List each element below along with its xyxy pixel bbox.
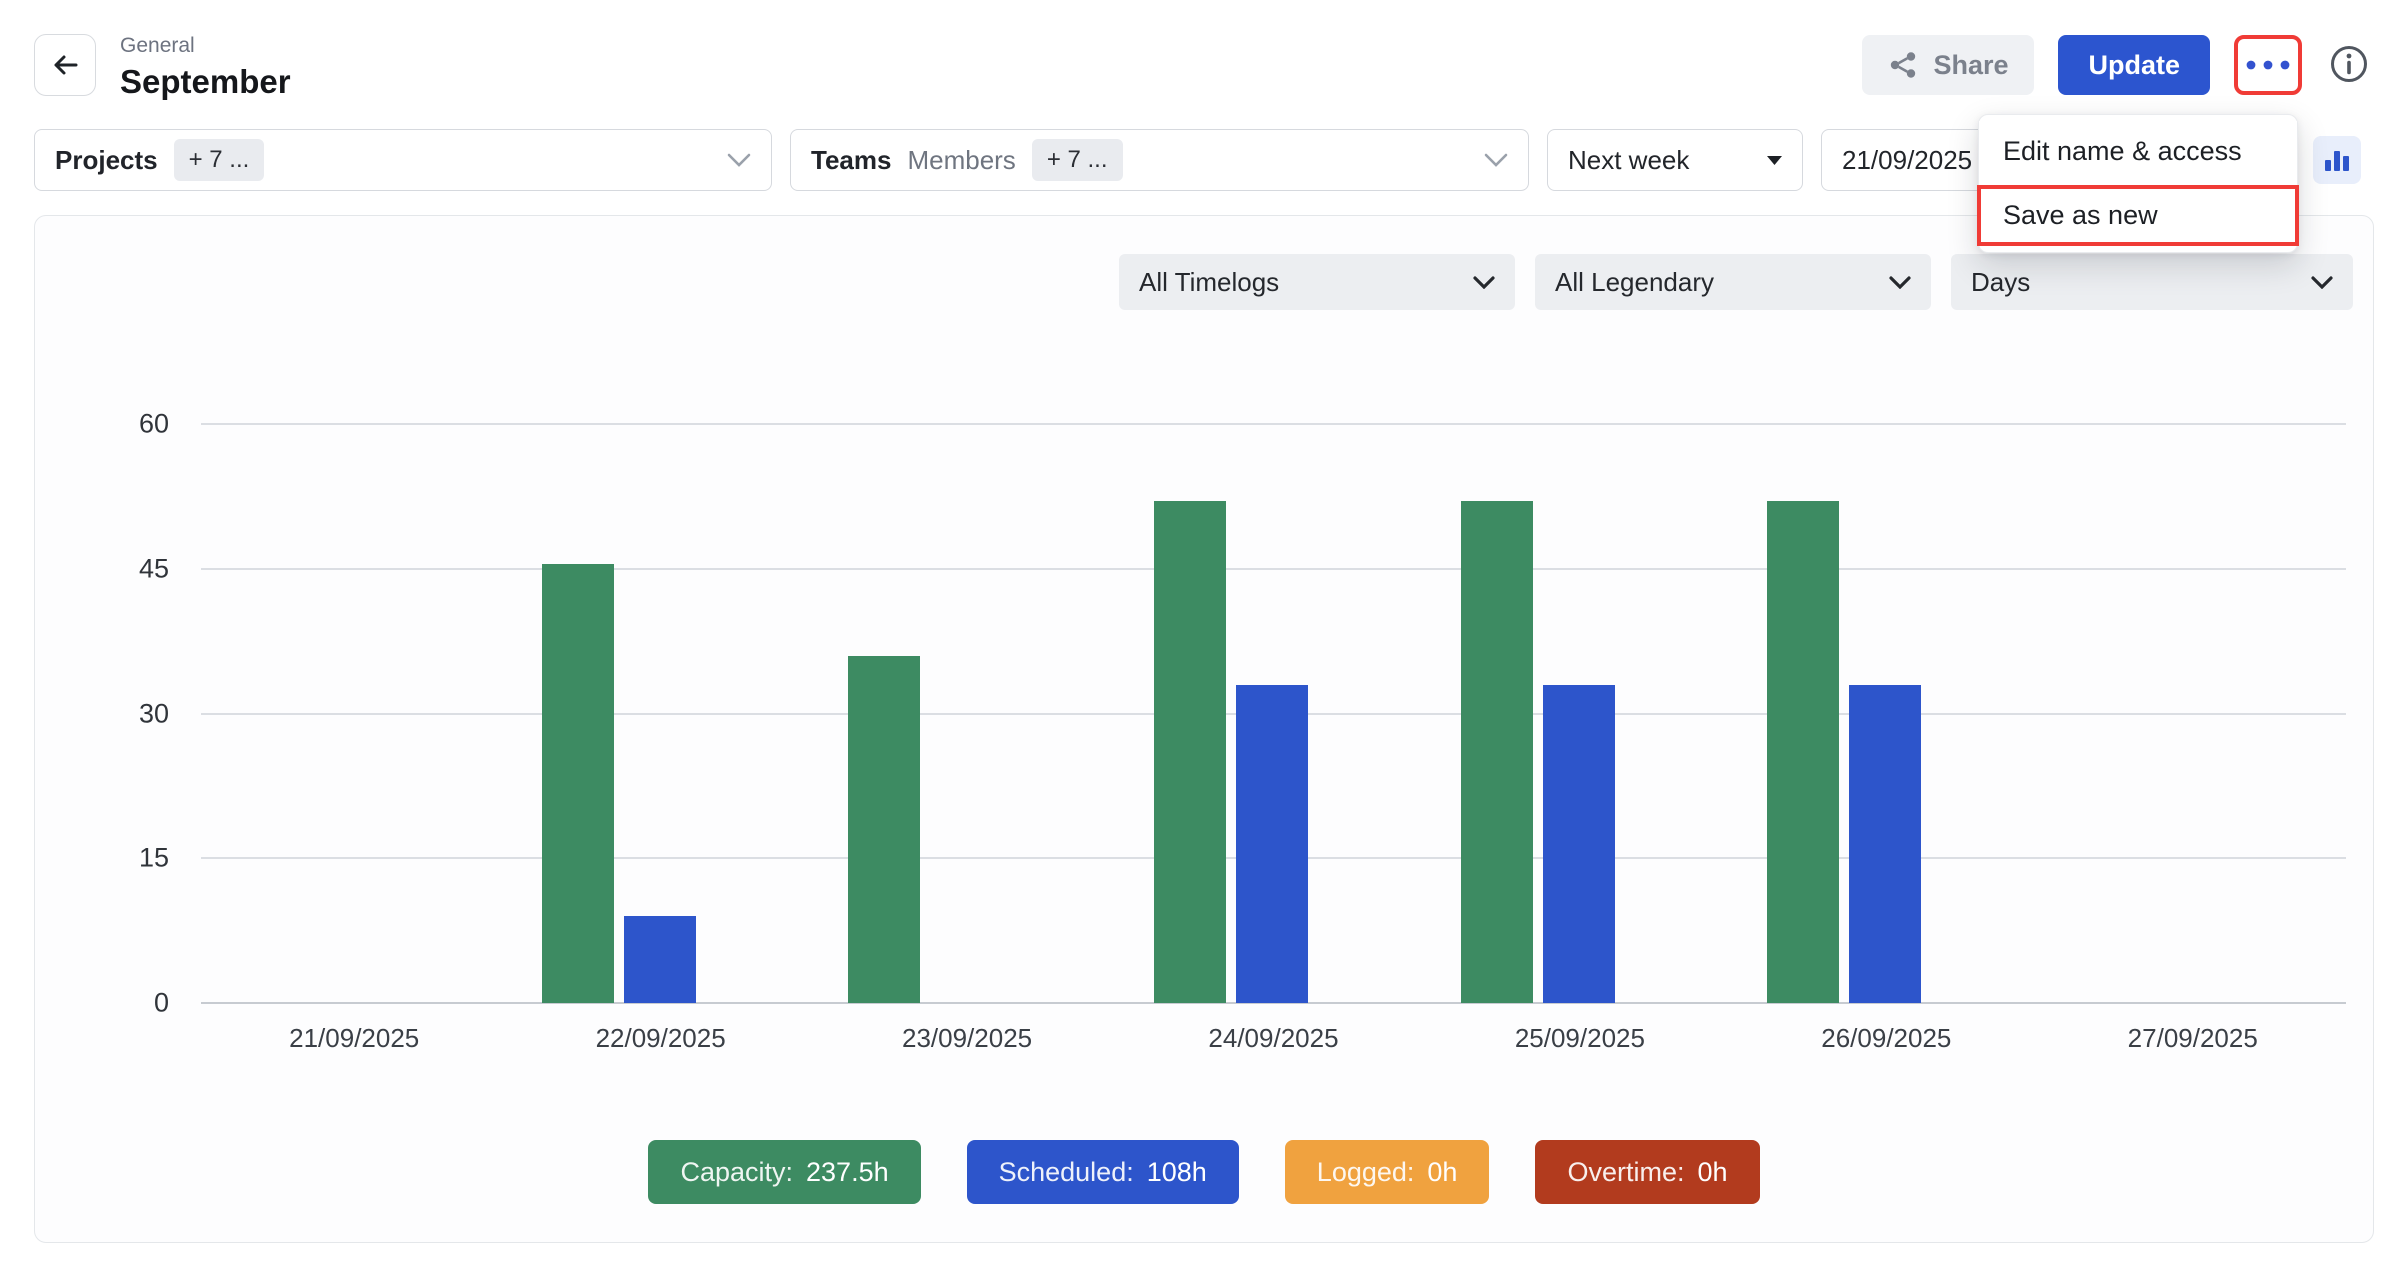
chevron-down-icon <box>2311 276 2333 289</box>
y-tick-label: 45 <box>139 553 169 584</box>
x-axis-labels: 21/09/202522/09/202523/09/202524/09/2025… <box>201 1023 2346 1054</box>
timelogs-select[interactable]: All Timelogs <box>1119 254 1515 310</box>
legend-value: 0h <box>1697 1157 1727 1188</box>
ellipsis-icon <box>2244 58 2292 72</box>
share-icon <box>1888 50 1918 80</box>
bar-column <box>1427 424 1733 1003</box>
bar-scheduled <box>1236 685 1308 1003</box>
y-tick-label: 15 <box>139 843 169 874</box>
save-as-new-highlight-box: Save as new <box>1977 185 2299 246</box>
header-actions: Share Update <box>1862 35 2372 95</box>
menu-item-edit-name-access[interactable]: Edit name & access <box>1979 121 2297 182</box>
legend-value: 108h <box>1147 1157 1207 1188</box>
bar-group <box>1461 424 1615 1003</box>
x-tick-label: 21/09/2025 <box>201 1023 507 1054</box>
legendary-value: All Legendary <box>1555 267 1714 298</box>
menu-item-save-as-new[interactable]: Save as new <box>1981 189 2295 242</box>
bar-columns <box>201 424 2346 1003</box>
info-icon <box>2327 42 2371 86</box>
bar-capacity <box>1767 501 1839 1003</box>
bar-scheduled <box>1543 685 1615 1003</box>
bar-column <box>1120 424 1426 1003</box>
date-range-value: Next week <box>1568 145 1689 176</box>
more-menu: Edit name & access Save as new <box>1978 114 2298 253</box>
teams-members-filter-select[interactable]: Teams Members + 7 ... <box>790 129 1529 191</box>
legend-value: 0h <box>1427 1157 1457 1188</box>
chevron-down-icon <box>1484 153 1508 167</box>
breadcrumb: General <box>120 34 291 58</box>
bar-column <box>814 424 1120 1003</box>
chart-controls: All Timelogs All Legendary Days <box>1119 254 2353 310</box>
x-tick-label: 27/09/2025 <box>2040 1023 2346 1054</box>
legend-pill-logged[interactable]: Logged: 0h <box>1285 1140 1490 1204</box>
legendary-select[interactable]: All Legendary <box>1535 254 1931 310</box>
y-axis: 015304560 <box>35 424 185 1003</box>
y-tick-label: 0 <box>154 988 169 1019</box>
chevron-down-icon <box>1473 276 1495 289</box>
bar-group <box>1767 424 1921 1003</box>
bar-scheduled <box>624 916 696 1003</box>
bar-scheduled <box>1849 685 1921 1003</box>
x-tick-label: 22/09/2025 <box>507 1023 813 1054</box>
share-button[interactable]: Share <box>1862 35 2034 95</box>
x-tick-label: 26/09/2025 <box>1733 1023 2039 1054</box>
x-tick-label: 25/09/2025 <box>1427 1023 1733 1054</box>
granularity-value: Days <box>1971 267 2030 298</box>
projects-label: Projects <box>55 145 158 176</box>
plot-area <box>201 424 2346 1003</box>
bar-group <box>542 424 696 1003</box>
legend-label: Scheduled: <box>999 1157 1134 1188</box>
legend-pill-scheduled[interactable]: Scheduled: 108h <box>967 1140 1239 1204</box>
more-menu-highlight-box <box>2234 35 2302 95</box>
y-tick-label: 30 <box>139 698 169 729</box>
legend-pill-overtime[interactable]: Overtime: 0h <box>1535 1140 1759 1204</box>
x-tick-label: 23/09/2025 <box>814 1023 1120 1054</box>
bar-chart-icon <box>2322 145 2352 175</box>
chart-card: All Timelogs All Legendary Days 0 15 30 45 6… <box>34 215 2374 1243</box>
bar-group <box>848 424 1002 1003</box>
bar-group <box>235 424 389 1003</box>
legend-pill-capacity[interactable]: Capacity: 237.5h <box>648 1140 920 1204</box>
y-tick-label: 60 <box>139 409 169 440</box>
bar-column <box>2040 424 2346 1003</box>
projects-count-chip[interactable]: + 7 ... <box>174 139 265 181</box>
caret-down-icon <box>1767 156 1782 165</box>
title-block: General September <box>120 34 291 101</box>
more-button[interactable] <box>2239 40 2297 90</box>
page-title: September <box>120 63 291 101</box>
page: General September Share Update <box>0 0 2408 1243</box>
granularity-select[interactable]: Days <box>1951 254 2353 310</box>
bar-column <box>507 424 813 1003</box>
update-button[interactable]: Update <box>2058 35 2210 95</box>
bar-group <box>2074 424 2228 1003</box>
header: General September Share Update <box>0 0 2408 101</box>
share-label: Share <box>1933 50 2008 81</box>
back-button[interactable] <box>34 34 96 96</box>
chart-legend: Capacity:237.5hScheduled:108hLogged:0hOv… <box>35 1140 2373 1204</box>
members-label: Members <box>907 145 1015 176</box>
legend-value: 237.5h <box>806 1157 889 1188</box>
arrow-left-icon <box>48 48 82 82</box>
legend-label: Overtime: <box>1567 1157 1684 1188</box>
chart-view-button[interactable] <box>2313 136 2361 184</box>
bar-column <box>201 424 507 1003</box>
bar-capacity <box>1154 501 1226 1003</box>
legend-label: Logged: <box>1317 1157 1415 1188</box>
legend-label: Capacity: <box>680 1157 793 1188</box>
teams-label: Teams <box>811 145 891 176</box>
date-range-select[interactable]: Next week <box>1547 129 1803 191</box>
bar-column <box>1733 424 2039 1003</box>
chevron-down-icon <box>727 153 751 167</box>
projects-filter-select[interactable]: Projects + 7 ... <box>34 129 772 191</box>
timelogs-value: All Timelogs <box>1139 267 1279 298</box>
info-button[interactable] <box>2326 42 2372 88</box>
bar-capacity <box>542 564 614 1003</box>
chevron-down-icon <box>1889 276 1911 289</box>
start-date-value: 21/09/2025 <box>1842 145 1972 176</box>
teams-count-chip[interactable]: + 7 ... <box>1032 139 1123 181</box>
x-tick-label: 24/09/2025 <box>1120 1023 1426 1054</box>
bar-capacity <box>1461 501 1533 1003</box>
bar-group <box>1154 424 1308 1003</box>
bar-capacity <box>848 656 920 1003</box>
